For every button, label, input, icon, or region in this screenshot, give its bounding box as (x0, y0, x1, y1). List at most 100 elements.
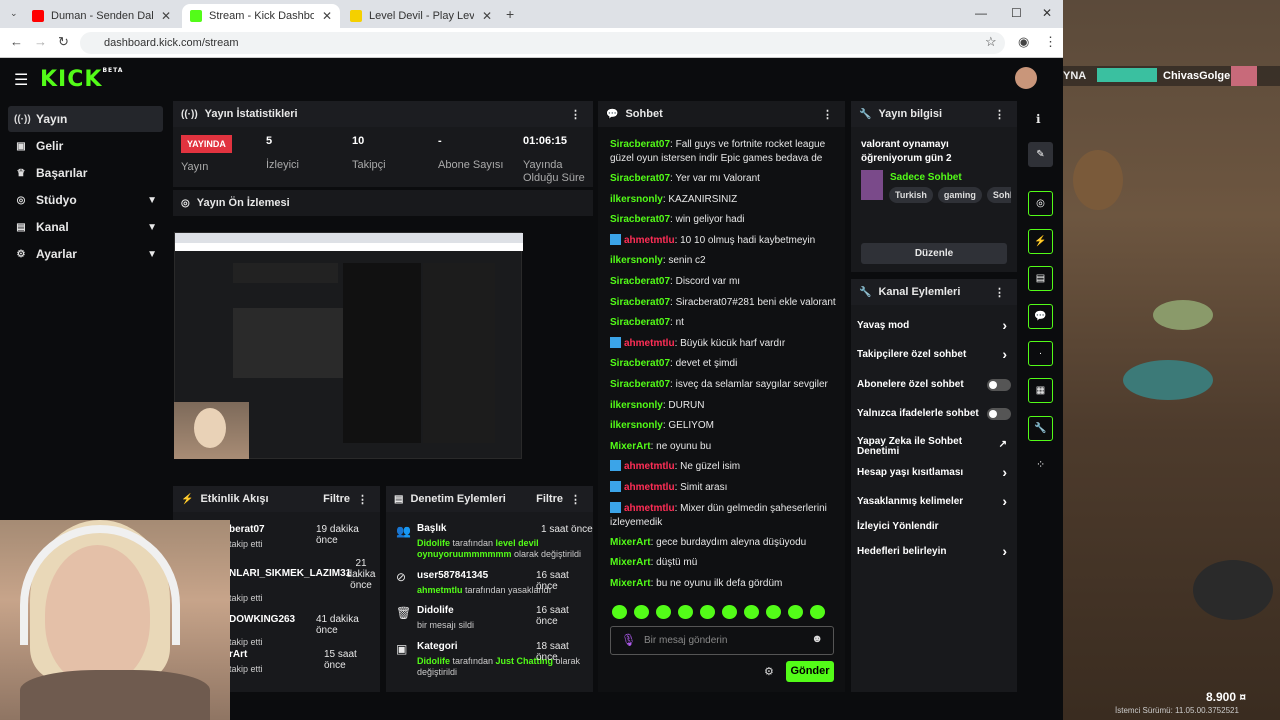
chat-username[interactable]: Siracberat07 (610, 276, 670, 287)
channel-action[interactable]: Abonelere özel sohbet (857, 379, 1011, 391)
channel-action[interactable]: Hedefleri belirleyin › (857, 543, 1007, 559)
more-icon[interactable]: ⋮ (994, 108, 1005, 121)
chat-username[interactable]: Siracberat07 (610, 139, 670, 150)
tag[interactable]: gaming (937, 187, 982, 203)
chat-username[interactable]: Siracberat07 (610, 214, 670, 225)
tag[interactable]: Turkish (889, 187, 933, 203)
chat-username[interactable]: MixerArt (610, 441, 651, 452)
reload-icon[interactable]: ↻ (58, 34, 69, 50)
new-tab-button[interactable]: + (506, 6, 514, 22)
emote-icon[interactable] (744, 605, 759, 619)
lightning-icon[interactable]: ⚡ (1028, 229, 1053, 254)
chat-username[interactable]: MixerArt (610, 557, 651, 568)
window-close-button[interactable]: ✕ (1042, 6, 1052, 20)
url-field[interactable]: dashboard.kick.com/stream (80, 32, 1005, 54)
edit-icon[interactable]: ✎ (1028, 142, 1053, 167)
emote-icon[interactable] (722, 605, 737, 619)
more-widgets-icon[interactable]: ⁘ (1036, 458, 1045, 471)
chat-username[interactable]: Siracberat07 (610, 173, 670, 184)
ban-list-icon[interactable]: ▦ (1028, 378, 1053, 403)
gear-icon[interactable]: ⚙ (764, 665, 774, 678)
avatar[interactable] (1015, 67, 1037, 89)
minimize-button[interactable]: — (975, 6, 987, 20)
chat-username[interactable]: ahmetmtlu (624, 235, 675, 246)
emote-icon[interactable] (656, 605, 671, 619)
close-icon[interactable]: ✕ (322, 9, 332, 23)
chat-input[interactable]: 🎙 Bir mesaj gönderin ☻ (610, 626, 834, 655)
emote-icon[interactable] (766, 605, 781, 619)
browser-tab-2[interactable]: Stream - Kick Dashboard ✕ (182, 4, 340, 28)
sidebar-item-gelir[interactable]: ▣ Gelir (8, 133, 163, 159)
studio-icon[interactable]: ◎ (1028, 191, 1053, 216)
sidebar-item-yayin[interactable]: ((·)) Yayın (8, 106, 163, 132)
edit-button[interactable]: Düzenle (861, 243, 1007, 264)
stream-icon[interactable]: · (1028, 341, 1053, 366)
close-icon[interactable]: ✕ (482, 9, 492, 23)
channel-action[interactable]: Yavaş mod › (857, 317, 1007, 333)
channel-action[interactable]: Takipçilere özel sohbet › (857, 346, 1007, 362)
close-icon[interactable]: ✕ (161, 9, 171, 23)
chat-username[interactable]: MixerArt (610, 578, 651, 589)
profile-icon[interactable]: ◉ (1018, 34, 1029, 50)
back-icon[interactable]: ← (10, 34, 23, 49)
channel-action[interactable]: İzleyici Yönlendir (857, 521, 1007, 532)
event-desc: takip etti (229, 664, 263, 674)
chat-username[interactable]: Siracberat07 (610, 297, 670, 308)
panel-title: Yayın İstatistikleri (204, 108, 298, 120)
emote-icon[interactable] (810, 605, 825, 619)
chat-username[interactable]: ilkersnonly (610, 420, 663, 431)
browser-tab-3[interactable]: Level Devil - Play Level Devil Or ✕ (342, 4, 500, 28)
more-icon[interactable]: ⋮ (570, 108, 581, 121)
chat-username[interactable]: ahmetmtlu (624, 461, 675, 472)
browser-tab-1[interactable]: Duman - Senden Daha Guzel - ✕ (24, 4, 179, 28)
channel-action[interactable]: Yalnızca ifadelerle sohbet (857, 408, 1011, 420)
more-icon[interactable]: ⋮ (357, 493, 368, 506)
menu-icon[interactable]: ☰ (14, 70, 28, 90)
bookmark-star-icon[interactable]: ☆ (985, 34, 997, 50)
chat-username[interactable]: ilkersnonly (610, 255, 663, 266)
tab-search-icon[interactable]: ⌄ (10, 8, 18, 19)
maximize-button[interactable]: ☐ (1011, 6, 1022, 20)
document-icon[interactable]: ▤ (1028, 266, 1053, 291)
browser-menu-icon[interactable]: ⋮ (1044, 34, 1057, 50)
filter-button[interactable]: Filtre (323, 493, 350, 505)
chat-username[interactable]: ahmetmtlu (624, 503, 675, 514)
wrench-icon[interactable]: 🔧 (1028, 416, 1053, 441)
chat-message: MixerArt: düştü mü (610, 556, 840, 570)
emoji-icon[interactable]: ☻ (811, 633, 823, 645)
emote-icon[interactable] (678, 605, 693, 619)
channel-action[interactable]: Yasaklanmış kelimeler › (857, 493, 1007, 509)
chat-username[interactable]: ilkersnonly (610, 194, 663, 205)
sidebar-item-basarilar[interactable]: ♛ Başarılar (8, 160, 163, 186)
chat-username[interactable]: ahmetmtlu (624, 482, 675, 493)
toggle-switch[interactable] (987, 408, 1011, 420)
emote-icon[interactable] (700, 605, 715, 619)
more-icon[interactable]: ⋮ (994, 286, 1005, 299)
chat-username[interactable]: Siracberat07 (610, 317, 670, 328)
forward-icon[interactable]: → (34, 34, 47, 49)
emote-icon[interactable] (612, 605, 627, 619)
microphone-icon[interactable]: 🎙 (621, 633, 636, 647)
info-icon[interactable]: ℹ (1036, 112, 1041, 126)
chat-username[interactable]: Siracberat07 (610, 358, 670, 369)
kick-logo[interactable]: KICKBETA (40, 67, 123, 92)
chat-username[interactable]: Siracberat07 (610, 379, 670, 390)
chat-icon[interactable]: 💬 (1028, 304, 1053, 329)
sidebar-item-studyo[interactable]: ◎ Stüdyo ▼ (8, 187, 163, 213)
sidebar-item-kanal[interactable]: ▤ Kanal ▼ (8, 214, 163, 240)
chat-username[interactable]: ilkersnonly (610, 400, 663, 411)
channel-action[interactable]: Hesap yaşı kısıtlaması › (857, 464, 1007, 480)
more-icon[interactable]: ⋮ (570, 493, 581, 506)
toggle-switch[interactable] (987, 379, 1011, 391)
send-button[interactable]: Gönder (786, 661, 834, 682)
filter-button[interactable]: Filtre (536, 493, 563, 505)
emote-icon[interactable] (634, 605, 649, 619)
chat-username[interactable]: ahmetmtlu (624, 338, 675, 349)
emote-icon[interactable] (788, 605, 803, 619)
category-link[interactable]: Sadece Sohbet (890, 172, 962, 183)
chat-username[interactable]: MixerArt (610, 537, 651, 548)
tag[interactable]: Sohbe (986, 187, 1011, 203)
channel-action[interactable]: Yapay Zeka ile Sohbet Denetimi ↗ (857, 437, 1007, 457)
sidebar-item-ayarlar[interactable]: ⚙ Ayarlar ▼ (8, 241, 163, 267)
chat-text: : senin c2 (662, 255, 706, 267)
